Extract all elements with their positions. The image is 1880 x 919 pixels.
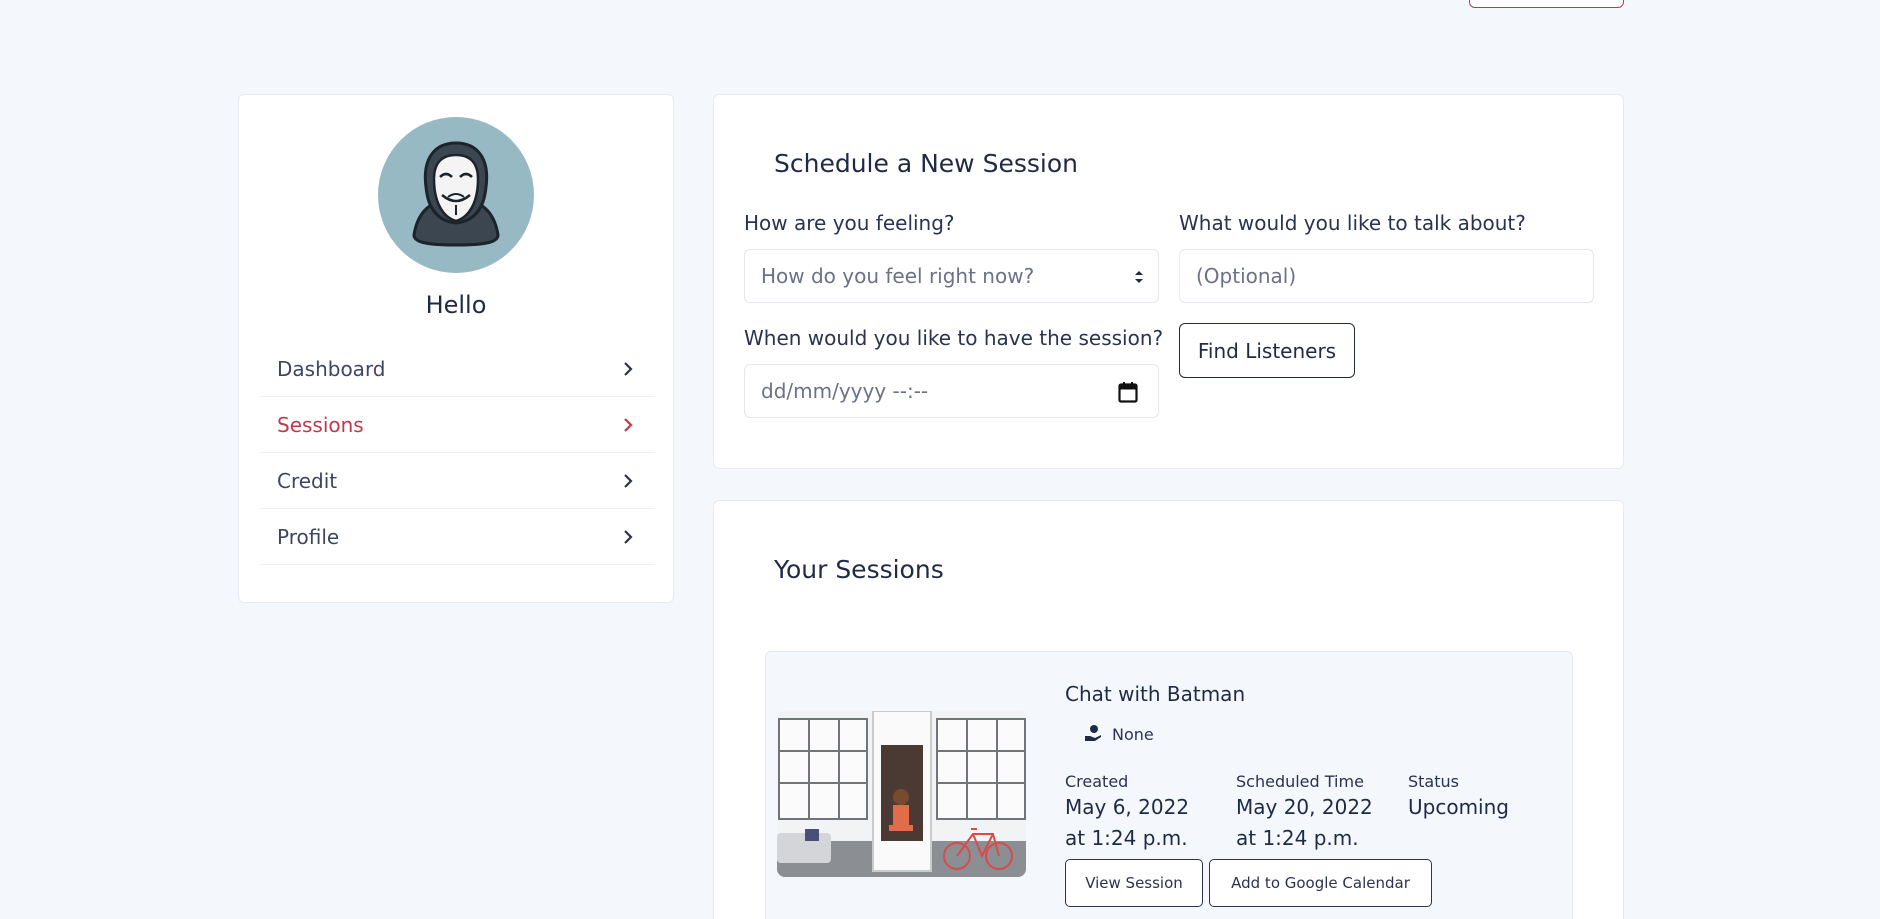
feeling-select[interactable]: How do you feel right now? [744, 249, 1159, 303]
profile-card: Hello Dashboard Sessions Credit Profile [238, 94, 674, 603]
feeling-label: How are you feeling? [744, 211, 955, 235]
sidebar-item-label: Credit [277, 468, 338, 493]
scheduled-time: at 1:24 p.m. [1236, 826, 1359, 850]
sidebar-item-credit[interactable]: Credit [259, 453, 655, 509]
feeling-select-value: How do you feel right now? [761, 264, 1035, 288]
datetime-input-placeholder: dd/mm/yyyy --:-- [761, 379, 929, 403]
chevron-right-icon [624, 474, 633, 488]
avatar [378, 117, 534, 273]
add-to-google-calendar-button[interactable]: Add to Google Calendar [1209, 859, 1432, 907]
created-date: May 6, 2022 [1065, 795, 1190, 819]
sidebar-item-label: Profile [277, 524, 340, 549]
chevron-right-icon [624, 418, 633, 432]
topic-input-placeholder: (Optional) [1196, 264, 1297, 288]
find-listeners-button[interactable]: Find Listeners [1179, 323, 1355, 378]
calendar-icon[interactable] [1118, 381, 1138, 403]
topic-input[interactable]: (Optional) [1179, 249, 1594, 303]
sessions-title: Your Sessions [774, 555, 944, 584]
session-image [777, 711, 1026, 877]
created-label: Created [1065, 772, 1129, 791]
your-sessions-card: Your Sessions Chat with Batman None Crea… [713, 500, 1624, 919]
sidebar-nav: Dashboard Sessions Credit Profile [259, 341, 655, 565]
topic-label: What would you like to talk about? [1179, 211, 1526, 235]
chevron-right-icon [624, 362, 633, 376]
status-label: Status [1408, 772, 1459, 791]
schedule-title: Schedule a New Session [774, 149, 1078, 178]
sidebar-item-profile[interactable]: Profile [259, 509, 655, 565]
created-time: at 1:24 p.m. [1065, 826, 1188, 850]
chevron-right-icon [624, 530, 633, 544]
scheduled-label: Scheduled Time [1236, 772, 1364, 791]
select-arrows-icon [1135, 271, 1143, 283]
session-title: Chat with Batman [1065, 682, 1246, 706]
session-item: Chat with Batman None Created May 6, 202… [765, 651, 1573, 919]
sidebar-item-sessions[interactable]: Sessions [259, 397, 655, 453]
top-header-button[interactable] [1469, 0, 1624, 8]
sidebar-item-label: Sessions [277, 412, 364, 437]
greeting: Hello [425, 291, 487, 319]
schedule-session-card: Schedule a New Session How are you feeli… [713, 94, 1624, 469]
hand-heart-icon [1085, 725, 1101, 741]
sidebar-item-label: Dashboard [277, 356, 386, 381]
scheduled-date: May 20, 2022 [1236, 795, 1373, 819]
when-label: When would you like to have the session? [744, 326, 1164, 350]
view-session-button[interactable]: View Session [1065, 859, 1203, 907]
mask-avatar-icon [412, 141, 500, 247]
session-feeling: None [1112, 725, 1154, 744]
datetime-input[interactable]: dd/mm/yyyy --:-- [744, 364, 1159, 418]
sidebar-item-dashboard[interactable]: Dashboard [259, 341, 655, 397]
status-value: Upcoming [1408, 795, 1509, 819]
